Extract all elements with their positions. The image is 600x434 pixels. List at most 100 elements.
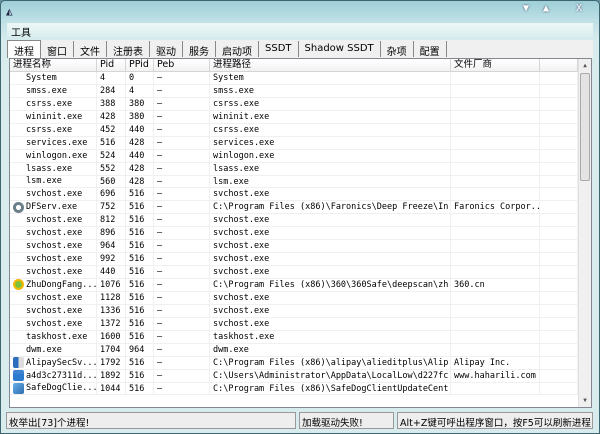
table-row[interactable]: lsm.exe 560 428– lsm.exe [10,175,591,189]
table-row[interactable]: taskhost.exe 1600 516– taskhost.exe [10,330,591,344]
cell-0: dwm.exe [10,343,97,356]
tab-0[interactable]: 进程 [7,40,41,58]
cell-2: 516 [126,356,154,369]
cell-1: 516 [97,136,126,149]
process-name: svchost.exe [26,215,83,226]
cell-4: taskhost.exe [210,330,451,343]
vertical-scrollbar[interactable]: ▲ ▼ [578,59,591,407]
table-row[interactable]: lsass.exe 552 428– lsass.exe [10,162,591,176]
column-header-4[interactable]: 进程路径 [210,59,451,71]
cell-6 [540,175,578,188]
tab-3[interactable]: 注册表 [107,41,150,58]
table-row[interactable]: svchost.exe 1336 516– svchost.exe [10,304,591,318]
tab-5[interactable]: 服务 [183,41,216,58]
table-row[interactable]: svchost.exe 1128 516– svchost.exe [10,291,591,305]
close-button[interactable]: X [576,3,582,14]
table-row[interactable]: a4d3c27311d... 1892 516– C:\Users\Administr… [10,369,591,383]
cell-5 [451,227,540,240]
cell-3: – [154,240,210,253]
table-row[interactable]: System 4 0– System [10,72,591,85]
cell-4: svchost.exe [210,304,451,317]
blank-icon [13,331,24,342]
cell-2: 516 [126,317,154,330]
cell-4: svchost.exe [210,291,451,304]
cell-5 [451,214,540,227]
cell-5 [451,136,540,149]
cell-3: – [154,110,210,123]
process-name: svchost.exe [26,228,83,239]
table-row[interactable]: svchost.exe 896 516– svchost.exe [10,227,591,241]
blank-icon [13,72,24,83]
process-name: winlogon.exe [26,150,88,161]
table-row[interactable]: services.exe 516 428– services.exe [10,136,591,150]
cell-1: 388 [97,97,126,110]
cell-4: lsm.exe [210,175,451,188]
tab-7[interactable]: SSDT [259,41,299,57]
tab-10[interactable]: 配置 [414,41,447,58]
table-row[interactable]: svchost.exe 964 516– svchost.exe [10,240,591,254]
cell-1: 452 [97,123,126,136]
cell-0: services.exe [10,136,97,149]
cell-3: – [154,330,210,343]
table-row[interactable]: svchost.exe 696 516– svchost.exe [10,188,591,202]
process-list: 进程名称 Pid PPid Peb 进程路径 文件厂商 System 4 0– System sm… [9,58,592,408]
column-header-1[interactable]: Pid [97,59,126,71]
column-header-6[interactable] [540,59,578,71]
column-header-5[interactable]: 文件厂商 [451,59,540,71]
tab-2[interactable]: 文件 [74,41,107,58]
cell-4: C:\Program Files (x86)\SafeDogClientUpda… [210,382,451,395]
column-header-2[interactable]: PPid [126,59,154,71]
cell-2: 516 [126,240,154,253]
table-row[interactable]: wininit.exe 428 380– wininit.exe [10,110,591,124]
cell-5 [451,266,540,278]
table-row[interactable]: svchost.exe 440 516– svchost.exe [10,266,591,279]
table-row[interactable]: SafeDogClie... 1044 516– C:\Program Files (… [10,382,591,396]
cell-6 [540,123,578,136]
table-row[interactable]: winlogon.exe 524 440– winlogon.exe [10,149,591,163]
tab-8[interactable]: Shadow SSDT [299,41,381,57]
scroll-up-icon[interactable]: ▲ [579,59,591,72]
tab-6[interactable]: 启动项 [216,41,259,58]
process-name: lsm.exe [26,176,62,187]
cell-5 [451,382,540,395]
process-name: wininit.exe [26,111,83,122]
column-header-0[interactable]: 进程名称 [10,59,97,71]
cell-3: – [154,201,210,214]
cell-3: – [154,214,210,227]
scroll-thumb[interactable] [580,73,590,181]
cell-0: System [10,72,97,84]
cell-4: C:\Users\Administrator\AppData\LocalLow\… [210,369,451,382]
menu-tools[interactable]: 工具 [11,28,31,39]
cell-2: 516 [126,279,154,291]
cell-1: 428 [97,110,126,123]
table-row[interactable]: AlipaySecSv... 1792 516– C:\Program Files (… [10,356,591,370]
table-row[interactable]: DFServ.exe 752 516– C:\Program Files (x86)\… [10,201,591,215]
tab-9[interactable]: 杂项 [381,41,414,58]
cell-3: – [154,149,210,162]
cell-0: svchost.exe [10,214,97,227]
cell-6 [540,382,578,395]
table-row[interactable]: svchost.exe 1372 516– svchost.exe [10,317,591,331]
cell-5 [451,123,540,136]
table-row[interactable]: ZhuDongFang... 1076 516– C:\Program Files (… [10,279,591,292]
process-name: System [26,72,57,83]
table-row[interactable]: smss.exe 284 4– smss.exe [10,84,591,98]
cell-3: – [154,97,210,110]
cell-2: 516 [126,201,154,214]
table-row[interactable]: dwm.exe 1704 964– dwm.exe [10,343,591,357]
table-row[interactable]: csrss.exe 452 440– csrss.exe [10,123,591,137]
table-row[interactable]: csrss.exe 388 380– csrss.exe [10,97,591,111]
cell-5 [451,84,540,97]
scroll-down-icon[interactable]: ▼ [579,394,591,407]
column-header-3[interactable]: Peb [154,59,210,71]
cell-0: smss.exe [10,84,97,97]
tab-1[interactable]: 窗口 [41,41,74,58]
maximize-button[interactable]: ▲ [543,3,549,14]
cell-5 [451,149,540,162]
table-row[interactable]: svchost.exe 812 516– svchost.exe [10,214,591,228]
table-row[interactable]: svchost.exe 992 516– svchost.exe [10,253,591,267]
blank-icon [13,137,24,148]
tab-4[interactable]: 驱动 [150,41,183,58]
minimize-button[interactable]: ▼ [523,3,529,14]
cell-6 [540,356,578,369]
